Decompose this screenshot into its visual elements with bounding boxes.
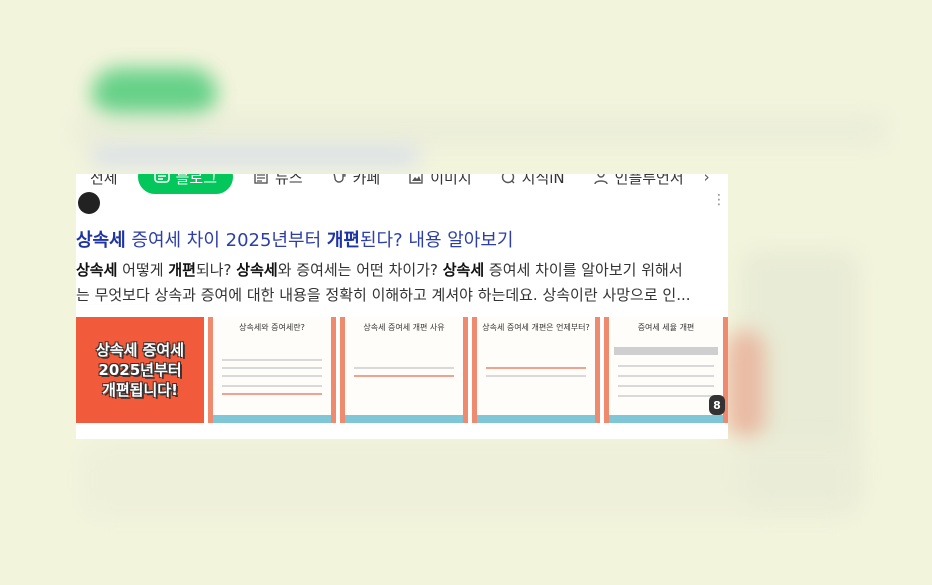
desc-highlight: 상속세 xyxy=(442,261,485,279)
image-icon xyxy=(409,174,423,184)
avatar[interactable] xyxy=(78,192,100,214)
thumbnail-main-text: 상속세 증여세 2025년부터 개편됩니다! xyxy=(95,341,185,399)
author-row: ⋮ xyxy=(76,192,728,214)
title-text: 증여세 차이 2025년부터 xyxy=(125,230,327,251)
desc-text: 되나? xyxy=(195,261,237,279)
image-count-badge: 8 xyxy=(709,395,725,415)
blurred-strip xyxy=(90,146,420,166)
person-icon xyxy=(593,174,608,185)
tab-blog[interactable]: 블로그 xyxy=(137,174,234,194)
desc-highlight: 개편 xyxy=(168,261,196,279)
tab-label: 지식iN xyxy=(521,174,565,187)
news-icon xyxy=(254,174,268,184)
result-description[interactable]: 상속세 어떻게 개편되나? 상속세와 증여세는 어떤 차이가? 상속세 증여세 … xyxy=(76,258,728,308)
knowledge-icon xyxy=(501,174,515,184)
tab-all[interactable]: 전체 xyxy=(76,174,132,194)
slide-title: 상속세 증여세 개편 사유 xyxy=(363,323,445,332)
thumbnail-slide[interactable]: 상속세와 증여세란? xyxy=(208,317,336,423)
tab-image[interactable]: 이미지 xyxy=(394,174,485,194)
search-result-card: 전체 블로그 뉴스 카페 이미지 지식iN 인플루언서 › ⋮ 상속세 증여세 … xyxy=(76,174,728,439)
blurred-thumbnail-edge xyxy=(725,330,765,440)
tab-label: 전체 xyxy=(90,174,118,187)
thumbnail-slide[interactable]: 상속세 증여세 개편은 언제부터? xyxy=(472,317,600,423)
tab-label: 카페 xyxy=(352,174,381,187)
title-text: 된다? 내용 알아보기 xyxy=(360,230,514,251)
title-highlight: 상속세 xyxy=(76,230,126,251)
tab-influencer[interactable]: 인플루언서 xyxy=(579,174,698,194)
tab-label: 블로그 xyxy=(175,174,218,187)
thumbnail-strip: 상속세 증여세 2025년부터 개편됩니다! 상속세와 증여세란? 상속세 증여… xyxy=(76,317,728,423)
cafe-icon xyxy=(333,174,346,183)
tab-label: 인플루언서 xyxy=(614,174,684,187)
tab-cafe[interactable]: 카페 xyxy=(317,174,395,194)
thumbnail-slide[interactable]: 증여세 세율 개편 8 xyxy=(604,317,728,423)
slide-title: 증여세 세율 개편 xyxy=(637,323,695,332)
blurred-footer xyxy=(80,440,860,520)
chevron-right-icon[interactable]: › xyxy=(698,174,716,186)
desc-text: 와 증여세는 어떤 차이가? xyxy=(277,261,443,279)
search-tabs: 전체 블로그 뉴스 카페 이미지 지식iN 인플루언서 › xyxy=(76,174,728,194)
thumbnail-slide[interactable]: 상속세 증여세 개편 사유 xyxy=(340,317,468,423)
tab-label: 이미지 xyxy=(430,174,472,187)
thumbnail-main[interactable]: 상속세 증여세 2025년부터 개편됩니다! xyxy=(76,317,204,423)
tab-knowledge[interactable]: 지식iN xyxy=(486,174,579,194)
slide-title: 상속세와 증여세란? xyxy=(239,323,305,332)
desc-text: 증여세 차이를 알아보기 위해서 xyxy=(484,261,683,279)
more-icon[interactable]: ⋮ xyxy=(712,192,726,208)
desc-highlight: 상속세 xyxy=(236,261,278,279)
result-title[interactable]: 상속세 증여세 차이 2025년부터 개편된다? 내용 알아보기 xyxy=(76,226,513,252)
title-highlight: 개편 xyxy=(326,230,360,251)
desc-text: 어떻게 xyxy=(117,261,169,279)
desc-line-2: 는 무엇보다 상속과 증여에 대한 내용을 정확히 이해하고 계셔야 하는데요.… xyxy=(76,286,691,304)
blog-icon xyxy=(153,174,170,183)
desc-highlight: 상속세 xyxy=(76,261,118,279)
slide-title: 상속세 증여세 개편은 언제부터? xyxy=(482,323,590,332)
tab-label: 뉴스 xyxy=(275,174,303,187)
blurred-search-bar xyxy=(70,112,890,148)
tab-news[interactable]: 뉴스 xyxy=(239,174,317,194)
